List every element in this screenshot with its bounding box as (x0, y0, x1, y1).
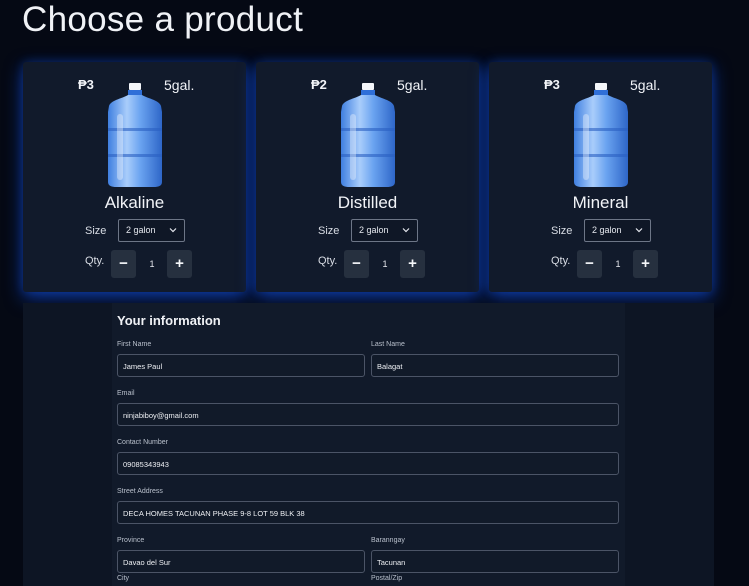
qty-decrement-button[interactable]: − (344, 250, 369, 278)
street-address-label: Street Address (117, 488, 163, 495)
page: Choose a product ₱3 5gal. Alkaline Size … (0, 0, 749, 586)
email-field[interactable]: ninjabiboy@gmail.com (117, 403, 619, 426)
qty-decrement-button[interactable]: − (111, 250, 136, 278)
form-title: Your information (117, 313, 221, 328)
city-label: City (117, 575, 130, 582)
product-cards: ₱3 5gal. Alkaline Size 2 galon Qty. − 1 … (23, 62, 714, 292)
last-name-field[interactable]: Balagat (371, 354, 619, 377)
qty-increment-button[interactable]: + (633, 250, 658, 278)
product-volume: 5gal. (630, 77, 661, 93)
product-price: ₱3 (544, 77, 560, 92)
size-select[interactable]: 2 galon (351, 219, 418, 242)
size-select[interactable]: 2 galon (584, 219, 651, 242)
qty-label: Qty. (551, 255, 571, 267)
last-name-label: Last Name (371, 341, 405, 348)
product-volume: 5gal. (164, 77, 195, 93)
chevron-down-icon (402, 228, 410, 233)
product-card-alkaline[interactable]: ₱3 5gal. Alkaline Size 2 galon Qty. − 1 … (23, 62, 246, 292)
size-select-value: 2 galon (359, 225, 389, 235)
qty-label: Qty. (318, 255, 338, 267)
water-jug-icon (341, 83, 395, 187)
contact-number-label: Contact Number (117, 439, 168, 446)
province-field[interactable]: Davao del Sur (117, 550, 365, 573)
size-label: Size (318, 225, 340, 237)
customer-info-section: Your information First Name James Paul L… (23, 303, 714, 586)
qty-value[interactable]: 1 (143, 259, 161, 269)
chevron-down-icon (169, 228, 177, 233)
product-card-distilled[interactable]: ₱2 5gal. Distilled Size 2 galon Qty. − 1… (256, 62, 479, 292)
size-select-value: 2 galon (592, 225, 622, 235)
water-jug-icon (108, 83, 162, 187)
product-price: ₱3 (78, 77, 94, 92)
first-name-label: First Name (117, 341, 152, 348)
contact-number-field[interactable]: 09085343943 (117, 452, 619, 475)
qty-label: Qty. (85, 255, 105, 267)
qty-increment-button[interactable]: + (400, 250, 425, 278)
qty-increment-button[interactable]: + (167, 250, 192, 278)
size-label: Size (85, 225, 107, 237)
product-name: Mineral (572, 193, 629, 212)
customer-info-form: Your information First Name James Paul L… (112, 303, 625, 586)
page-title: Choose a product (22, 0, 304, 39)
email-label: Email (117, 390, 135, 397)
product-name: Alkaline (104, 193, 165, 212)
province-label: Province (117, 537, 145, 544)
size-select[interactable]: 2 galon (118, 219, 185, 242)
size-label: Size (551, 225, 573, 237)
barangay-field[interactable]: Tacunan (371, 550, 619, 573)
size-select-value: 2 galon (126, 225, 156, 235)
qty-decrement-button[interactable]: − (577, 250, 602, 278)
product-price: ₱2 (311, 77, 327, 92)
barangay-label: Baranngay (371, 537, 405, 544)
chevron-down-icon (635, 228, 643, 233)
qty-value[interactable]: 1 (609, 259, 627, 269)
first-name-field[interactable]: James Paul (117, 354, 365, 377)
postal-zip-label: Postal/Zip (371, 575, 403, 582)
product-card-mineral[interactable]: ₱3 5gal. Mineral Size 2 galon Qty. − 1 + (489, 62, 712, 292)
qty-value[interactable]: 1 (376, 259, 394, 269)
product-volume: 5gal. (397, 77, 428, 93)
water-jug-icon (574, 83, 628, 187)
street-address-field[interactable]: DECA HOMES TACUNAN PHASE 9-8 LOT 59 BLK … (117, 501, 619, 524)
product-name: Distilled (337, 193, 398, 212)
